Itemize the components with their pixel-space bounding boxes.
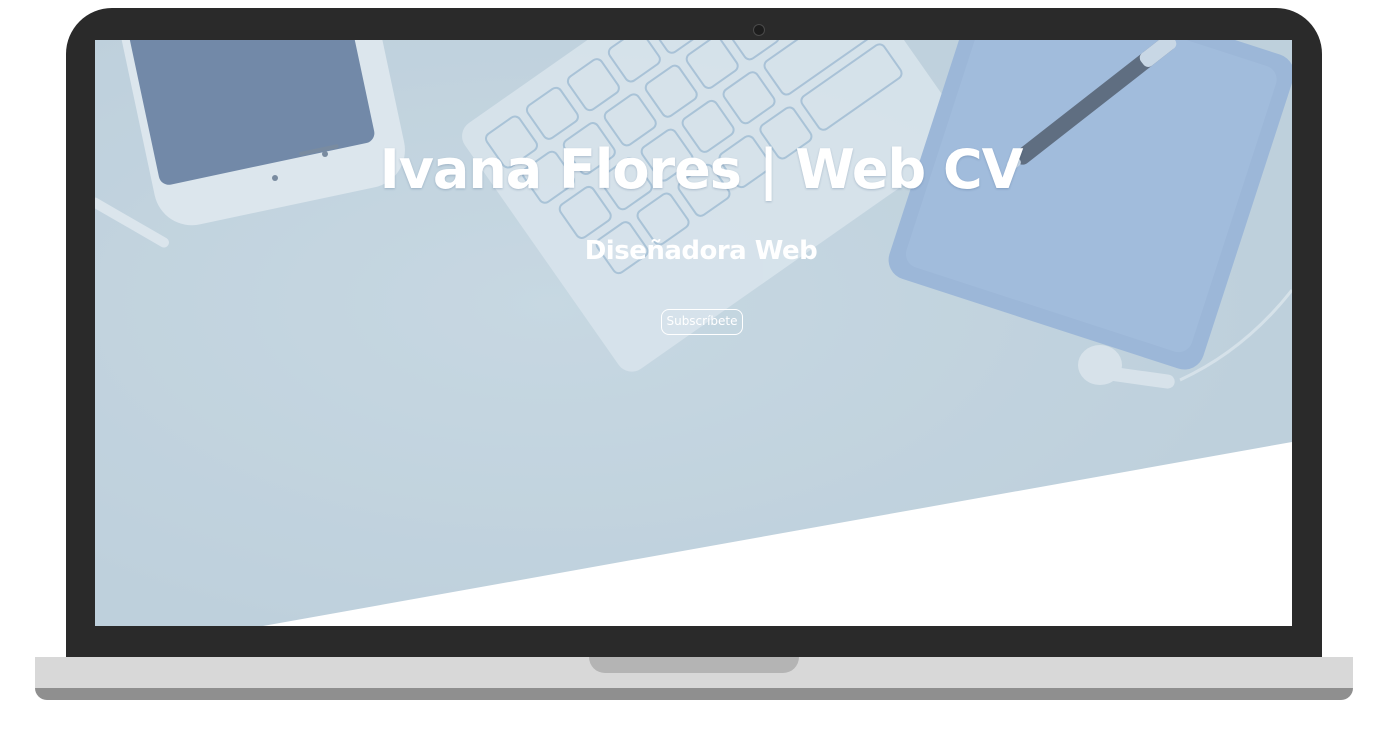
laptop-mockup: Ivana Flores | Web CV Diseñadora Web Sub… [0,0,1387,729]
webcam-icon [753,24,765,36]
hero-title: Ivana Flores | Web CV [379,138,1024,201]
website-screen: Ivana Flores | Web CV Diseñadora Web Sub… [95,40,1292,626]
laptop-base-bottom [35,688,1353,700]
subscribe-button[interactable]: Subscríbete [661,309,743,335]
hero-subtitle: Diseñadora Web [584,236,818,266]
laptop-hinge-notch [589,657,799,673]
